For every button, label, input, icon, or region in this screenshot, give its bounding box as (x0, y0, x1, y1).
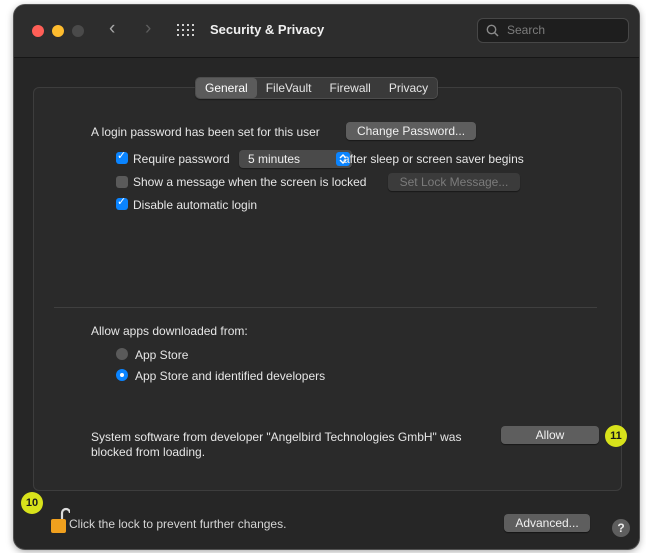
close-window-button[interactable] (32, 25, 44, 37)
radio-app-store[interactable] (116, 348, 128, 360)
tab-privacy[interactable]: Privacy (380, 78, 437, 98)
section-divider (54, 307, 597, 308)
tab-firewall[interactable]: Firewall (321, 78, 380, 98)
radio-app-store-identified-label: App Store and identified developers (135, 369, 326, 383)
show-message-checkbox[interactable] (116, 176, 128, 188)
tab-filevault[interactable]: FileVault (257, 78, 321, 98)
window-title: Security & Privacy (210, 22, 325, 37)
show-all-grid-icon[interactable] (177, 24, 194, 38)
require-password-delay-select[interactable]: 5 minutes (239, 150, 352, 168)
require-password-label: Require password (133, 152, 230, 166)
change-password-button[interactable]: Change Password... (346, 122, 476, 140)
radio-app-store-label: App Store (135, 348, 189, 362)
set-lock-message-button[interactable]: Set Lock Message... (388, 173, 520, 191)
login-password-text: A login password has been set for this u… (91, 125, 320, 139)
search-icon (486, 24, 499, 37)
require-password-checkbox[interactable] (116, 149, 128, 164)
show-message-label: Show a message when the screen is locked (133, 175, 367, 189)
require-password-suffix: after sleep or screen saver begins (343, 152, 524, 166)
title-bar: ‹ › Security & Privacy Search (14, 5, 639, 58)
disable-automatic-login-checkbox[interactable] (116, 195, 128, 210)
tab-general[interactable]: General (196, 78, 257, 98)
unlocked-padlock-icon[interactable] (50, 507, 70, 535)
annotation-badge-allow: 11 (605, 425, 627, 447)
help-button[interactable]: ? (612, 519, 630, 537)
radio-app-store-identified[interactable] (116, 369, 128, 381)
zoom-window-button[interactable] (72, 25, 84, 37)
blocked-software-text-line1: System software from developer "Angelbir… (91, 430, 462, 444)
tab-bar: General FileVault Firewall Privacy (195, 77, 439, 99)
blocked-software-text-line2: blocked from loading. (91, 445, 206, 459)
minimize-window-button[interactable] (52, 25, 64, 37)
allow-apps-heading: Allow apps downloaded from: (91, 324, 248, 338)
search-placeholder: Search (507, 23, 546, 37)
annotation-badge-lock: 10 (21, 492, 43, 514)
lock-status-text: Click the lock to prevent further change… (69, 517, 287, 531)
security-privacy-window: ‹ › Security & Privacy Search General Fi… (14, 5, 639, 549)
back-chevron-icon[interactable]: ‹ (109, 18, 115, 40)
allow-button[interactable]: Allow (501, 426, 599, 444)
disable-automatic-login-label: Disable automatic login (133, 198, 258, 212)
advanced-button[interactable]: Advanced... (504, 514, 590, 532)
forward-chevron-icon[interactable]: › (145, 18, 151, 40)
search-field[interactable]: Search (477, 18, 629, 43)
require-password-delay-value: 5 minutes (248, 152, 301, 166)
